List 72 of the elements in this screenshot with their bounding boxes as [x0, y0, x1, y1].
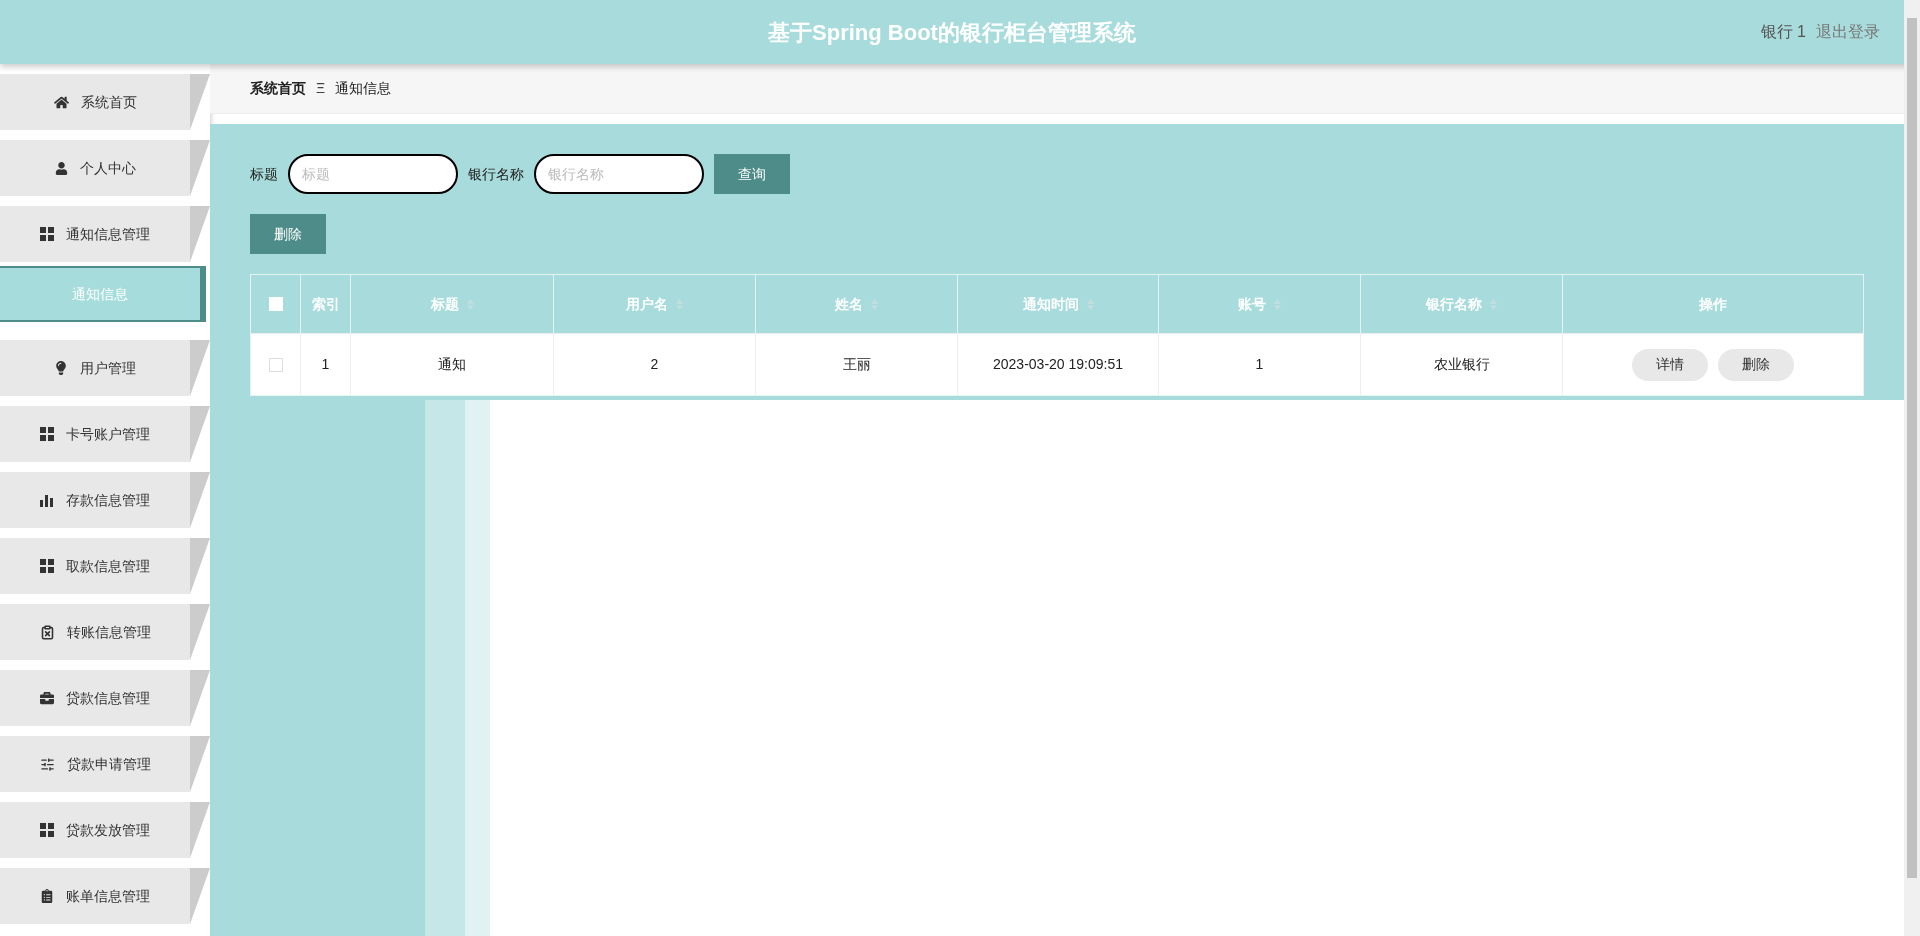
column-header: 通知时间	[1022, 294, 1079, 314]
system-title: 基于Spring Boot的银行柜台管理系统	[768, 18, 1136, 47]
sidebar-item[interactable]: 贷款申请管理	[0, 736, 190, 792]
table-cell-text: 2	[650, 355, 659, 374]
column-header: 账号	[1238, 294, 1266, 314]
row-action-button[interactable]: 删除	[1718, 348, 1794, 381]
delete-button[interactable]: 删除	[250, 214, 326, 254]
column-header: 姓名	[835, 294, 863, 314]
sidebar-item[interactable]: 个人中心	[0, 140, 190, 196]
sort-icon[interactable]	[466, 298, 474, 310]
table-cell-text: 通知	[438, 355, 466, 374]
column-header: 索引	[311, 294, 340, 314]
sidebar-item[interactable]: 用户管理	[0, 340, 190, 396]
user-icon	[54, 161, 68, 175]
tab-corner-icon	[190, 472, 210, 528]
sort-icon[interactable]	[1274, 298, 1281, 310]
checkbox[interactable]	[268, 357, 283, 372]
bar-chart-icon	[40, 493, 54, 507]
column-header: 用户名	[626, 294, 668, 314]
tab-corner-icon	[190, 206, 210, 262]
sidebar-item[interactable]: 系统首页	[0, 74, 190, 130]
search-label: 标题	[250, 164, 278, 184]
table-cell-text: 2023-03-20 19:09:51	[993, 355, 1123, 374]
breadcrumb-link[interactable]: 系统首页	[250, 78, 306, 99]
grid-icon	[40, 427, 54, 441]
tab-corner-icon	[190, 406, 210, 462]
breadcrumb-current: 通知信息	[335, 79, 392, 98]
column-header: 标题	[430, 294, 459, 314]
user-name: 银行 1	[1760, 22, 1806, 42]
sidebar-item[interactable]: 卡号账户管理	[0, 406, 190, 462]
sidebar-item[interactable]: 转账信息管理	[0, 604, 190, 660]
table-cell-text: 1	[321, 355, 330, 374]
briefcase-icon	[40, 691, 54, 705]
sidebar-item[interactable]: 存款信息管理	[0, 472, 190, 528]
sort-icon[interactable]	[1086, 298, 1094, 310]
grid-icon	[40, 559, 54, 573]
search-label: 银行名称	[468, 164, 524, 184]
tab-corner-icon	[190, 140, 210, 196]
sidebar-item[interactable]: 贷款信息管理	[0, 670, 190, 726]
search-button[interactable]: 查询	[714, 154, 790, 194]
table-cell-text: 农业银行	[1433, 355, 1490, 374]
tab-corner-icon	[190, 538, 210, 594]
tab-corner-icon	[190, 670, 210, 726]
scrollbar-thumb[interactable]	[1907, 18, 1917, 878]
sidebar-item[interactable]: 贷款发放管理	[0, 802, 190, 858]
lightbulb-icon	[54, 361, 68, 375]
grid-icon	[40, 227, 54, 241]
row-action-button[interactable]: 详情	[1632, 348, 1708, 381]
tab-corner-icon	[190, 736, 210, 792]
clipboard-x-icon	[39, 624, 55, 640]
column-header: 银行名称	[1426, 294, 1482, 314]
search-field[interactable]: 标题	[288, 154, 458, 194]
home-icon	[53, 94, 69, 110]
sidebar-item[interactable]: 通知信息管理	[0, 206, 190, 262]
tab-corner-icon	[190, 74, 210, 130]
grid-icon	[40, 823, 54, 837]
sliders-icon	[39, 756, 55, 772]
sidebar-item[interactable]: 取款信息管理	[0, 538, 190, 594]
table-cell-text: 王丽	[842, 355, 871, 374]
sort-icon[interactable]	[676, 298, 683, 310]
breadcrumb-separator: Ξ	[316, 79, 326, 98]
tab-corner-icon	[190, 868, 210, 924]
table-cell-text: 1	[1255, 355, 1264, 374]
tab-corner-icon	[190, 340, 210, 396]
column-header: 操作	[1699, 294, 1727, 314]
tab-corner-icon	[190, 604, 210, 660]
sort-icon[interactable]	[871, 298, 878, 310]
sidebar-item[interactable]: 账单信息管理	[0, 868, 190, 924]
search-field[interactable]: 银行名称	[534, 154, 704, 194]
tab-corner-icon	[190, 802, 210, 858]
sort-icon[interactable]	[1490, 298, 1497, 310]
clipboard-icon	[40, 889, 54, 903]
